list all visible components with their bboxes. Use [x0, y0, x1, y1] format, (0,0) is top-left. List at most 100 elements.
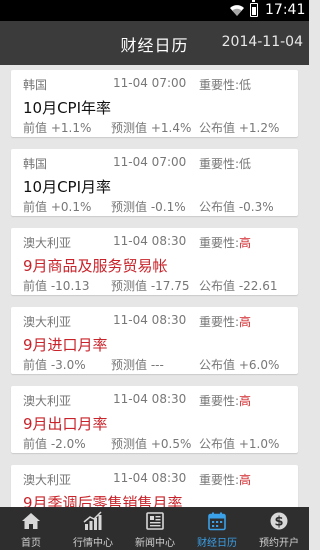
importance-label: 重要性: — [199, 78, 240, 92]
forecast-label: 预测值 — [111, 279, 148, 293]
chart-icon — [83, 511, 102, 530]
actual-label: 公布值 — [199, 279, 236, 293]
event-time: 11-04 07:00 — [113, 155, 187, 169]
importance-label: 重要性: — [199, 473, 240, 487]
forecast-label: 预测值 — [111, 437, 148, 451]
actual-value: +1.0% — [238, 437, 280, 451]
actual-label: 公布值 — [199, 200, 236, 214]
actual-value: +1.2% — [238, 121, 280, 135]
importance-level: 高 — [239, 394, 252, 408]
importance-level: 高 — [239, 473, 252, 487]
tab-home[interactable]: 首页 — [0, 507, 62, 550]
event-forecast: 预测值 +0.5% — [111, 435, 191, 452]
event-forecast: 预测值 -0.1% — [111, 198, 186, 215]
event-importance: 重要性:高 — [199, 313, 251, 330]
event-name: 9月商品及服务贸易帐 — [23, 257, 168, 275]
actual-label: 公布值 — [199, 358, 236, 372]
forecast-value: --- — [150, 358, 164, 372]
event-importance: 重要性:高 — [199, 234, 251, 251]
event-time: 11-04 08:30 — [113, 471, 187, 485]
wifi-icon — [230, 5, 244, 16]
importance-label: 重要性: — [199, 236, 240, 250]
event-time: 11-04 08:30 — [113, 392, 187, 406]
previous-value: -2.0% — [50, 437, 86, 451]
event-name: 9月出口月率 — [23, 415, 108, 433]
event-forecast: 预测值 -17.75 — [111, 277, 190, 294]
event-forecast: 预测值 +1.4% — [111, 119, 191, 136]
event-country: 澳大利亚 — [23, 236, 72, 250]
event-country: 澳大利亚 — [23, 394, 72, 408]
previous-label: 前值 — [23, 437, 48, 451]
event-previous: 前值 -3.0% — [23, 356, 86, 373]
event-previous: 前值 +0.1% — [23, 198, 91, 215]
event-time: 11-04 08:30 — [113, 234, 187, 248]
tab-economic-calendar[interactable]: 财经日历 — [186, 507, 248, 550]
event-actual: 公布值 +1.0% — [199, 435, 279, 452]
importance-label: 重要性: — [199, 157, 240, 171]
event-previous: 前值 -2.0% — [23, 435, 86, 452]
news-icon — [146, 512, 164, 530]
event-card[interactable]: 澳大利亚 11-04 08:30 重要性:高 9月季调后零售销售月率 — [11, 465, 298, 507]
event-importance: 重要性:低 — [199, 155, 251, 172]
event-country: 韩国 — [23, 157, 48, 171]
tab-label: 行情中心 — [73, 538, 113, 549]
tab-label: 预约开户 — [259, 538, 299, 549]
previous-label: 前值 — [23, 279, 48, 293]
actual-value: -22.61 — [238, 279, 278, 293]
event-previous: 前值 +1.1% — [23, 119, 91, 136]
event-country: 澳大利亚 — [23, 473, 72, 487]
app-header: 财经日历 2014-11-04 — [0, 21, 309, 65]
event-time: 11-04 08:30 — [113, 313, 187, 327]
status-bar: 17:41 — [0, 0, 309, 21]
tab-news-center[interactable]: 新闻中心 — [124, 507, 186, 550]
event-name: 10月CPI年率 — [23, 99, 112, 117]
event-importance: 重要性:高 — [199, 471, 251, 488]
event-card[interactable]: 澳大利亚 11-04 08:30 重要性:高 9月出口月率 前值 -2.0% 预… — [11, 386, 298, 453]
forecast-value: -0.1% — [150, 200, 186, 214]
event-importance: 重要性:低 — [199, 76, 251, 93]
previous-value: -10.13 — [50, 279, 90, 293]
calendar-icon — [208, 512, 226, 531]
actual-value: +6.0% — [238, 358, 280, 372]
event-list[interactable]: 韩国 11-04 07:00 重要性:低 10月CPI年率 前值 +1.1% 预… — [0, 65, 309, 507]
tab-label: 新闻中心 — [135, 538, 175, 549]
event-card[interactable]: 澳大利亚 11-04 08:30 重要性:高 9月进口月率 前值 -3.0% 预… — [11, 307, 298, 374]
date-selector[interactable]: 2014-11-04 — [222, 34, 303, 50]
bottom-tab-bar: 首页 行情中心 新闻中心 财经日历 $ 预约开户 — [0, 507, 309, 550]
event-card[interactable]: 韩国 11-04 07:00 重要性:低 10月CPI年率 前值 +1.1% 预… — [11, 70, 298, 137]
event-actual: 公布值 +6.0% — [199, 356, 279, 373]
svg-text:$: $ — [274, 515, 283, 530]
event-actual: 公布值 +1.2% — [199, 119, 279, 136]
status-time: 17:41 — [265, 2, 306, 18]
event-previous: 前值 -10.13 — [23, 277, 90, 294]
forecast-value: -17.75 — [150, 279, 190, 293]
battery-icon — [250, 0, 258, 17]
tab-label: 财经日历 — [197, 538, 237, 549]
forecast-label: 预测值 — [111, 121, 148, 135]
forecast-value: +0.5% — [150, 437, 192, 451]
forecast-label: 预测值 — [111, 200, 148, 214]
previous-label: 前值 — [23, 121, 48, 135]
forecast-label: 预测值 — [111, 358, 148, 372]
event-name: 10月CPI月率 — [23, 178, 112, 196]
event-name: 9月季调后零售销售月率 — [23, 494, 183, 507]
event-card[interactable]: 澳大利亚 11-04 08:30 重要性:高 9月商品及服务贸易帐 前值 -10… — [11, 228, 298, 295]
actual-label: 公布值 — [199, 437, 236, 451]
event-country: 澳大利亚 — [23, 315, 72, 329]
home-icon — [22, 513, 40, 529]
actual-value: -0.3% — [238, 200, 274, 214]
previous-label: 前值 — [23, 200, 48, 214]
event-importance: 重要性:高 — [199, 392, 251, 409]
importance-label: 重要性: — [199, 394, 240, 408]
event-time: 11-04 07:00 — [113, 76, 187, 90]
previous-value: +1.1% — [50, 121, 92, 135]
event-card[interactable]: 韩国 11-04 07:00 重要性:低 10月CPI月率 前值 +0.1% 预… — [11, 149, 298, 216]
previous-value: +0.1% — [50, 200, 92, 214]
dollar-icon: $ — [270, 512, 288, 530]
importance-level: 低 — [239, 78, 252, 92]
actual-label: 公布值 — [199, 121, 236, 135]
tab-market-center[interactable]: 行情中心 — [62, 507, 124, 550]
importance-level: 高 — [239, 315, 252, 329]
tab-open-account[interactable]: $ 预约开户 — [248, 507, 310, 550]
previous-value: -3.0% — [50, 358, 86, 372]
